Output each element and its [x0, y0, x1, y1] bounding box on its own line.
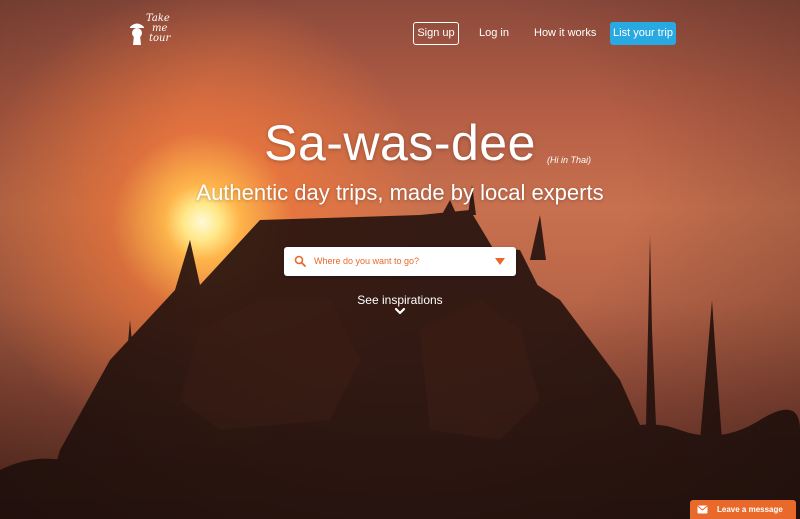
leave-message-button[interactable]: Leave a message	[690, 500, 796, 519]
logo[interactable]: Take me tour	[126, 14, 176, 54]
caret-down-icon[interactable]	[495, 258, 505, 265]
destination-input[interactable]	[314, 252, 484, 270]
chevron-down-icon[interactable]	[394, 307, 406, 316]
hero-title-note: (Hi in Thai)	[547, 155, 592, 165]
keyhole-logo-icon	[130, 23, 144, 45]
list-your-trip-button[interactable]: List your trip	[610, 22, 676, 45]
login-link[interactable]: Log in	[479, 22, 509, 45]
destination-search[interactable]	[284, 247, 516, 276]
hero-subtitle: Authentic day trips, made by local exper…	[196, 180, 604, 205]
see-inspirations-link[interactable]: See inspirations	[0, 293, 800, 307]
hero-title: Sa-was-dee	[264, 115, 536, 171]
search-icon	[294, 255, 306, 267]
logo-wordmark: Take me tour	[146, 13, 171, 44]
how-it-works-link[interactable]: How it works	[534, 22, 596, 45]
leave-message-label: Leave a message	[717, 505, 783, 514]
signup-button[interactable]: Sign up	[413, 22, 459, 45]
envelope-icon	[697, 505, 708, 514]
